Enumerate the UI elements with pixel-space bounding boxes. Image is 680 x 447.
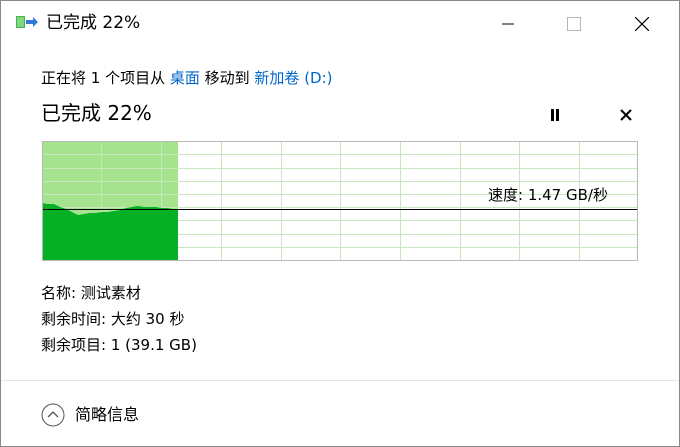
maximize-icon [567,16,581,31]
maximize-button[interactable] [551,1,597,46]
title-bar[interactable]: 已完成 22% [1,1,679,46]
cancel-button[interactable] [615,105,637,125]
destination-link[interactable]: 新加卷 (D:) [254,69,332,87]
minimize-icon [502,23,514,24]
detail-items-remaining: 剩余项目: 1 (39.1 GB) [41,336,197,354]
file-move-icon [16,15,38,31]
footer-divider [1,380,679,381]
chevron-up-circle-icon [41,403,65,427]
file-operation-dialog: 已完成 22% 正在将 1 个项目从 桌面 移动到 新加卷 (D:) 已完成 2… [0,0,680,447]
window-title: 已完成 22% [46,13,141,33]
pause-icon [551,109,559,121]
detail-name: 名称: 测试素材 [41,284,141,302]
move-middle: 移动到 [199,69,255,87]
fewer-details-toggle[interactable]: 简略信息 [41,400,139,430]
close-icon [635,16,649,31]
close-icon [620,109,632,121]
transfer-details: 名称: 测试素材 剩余时间: 大约 30 秒 剩余项目: 1 (39.1 GB) [41,280,197,358]
detail-time-remaining: 剩余时间: 大约 30 秒 [41,310,185,328]
move-prefix: 正在将 1 个项目从 [41,69,170,87]
fewer-details-label: 简略信息 [75,405,140,424]
minimize-button[interactable] [485,1,531,46]
speed-label: 速度: 1.47 GB/秒 [488,186,608,204]
graph-speed-fill [42,203,178,261]
close-button[interactable] [619,1,665,46]
source-link[interactable]: 桌面 [170,69,200,87]
progress-title: 已完成 22% [41,101,152,125]
pause-button[interactable] [544,105,566,125]
move-description: 正在将 1 个项目从 桌面 移动到 新加卷 (D:) [41,67,333,89]
